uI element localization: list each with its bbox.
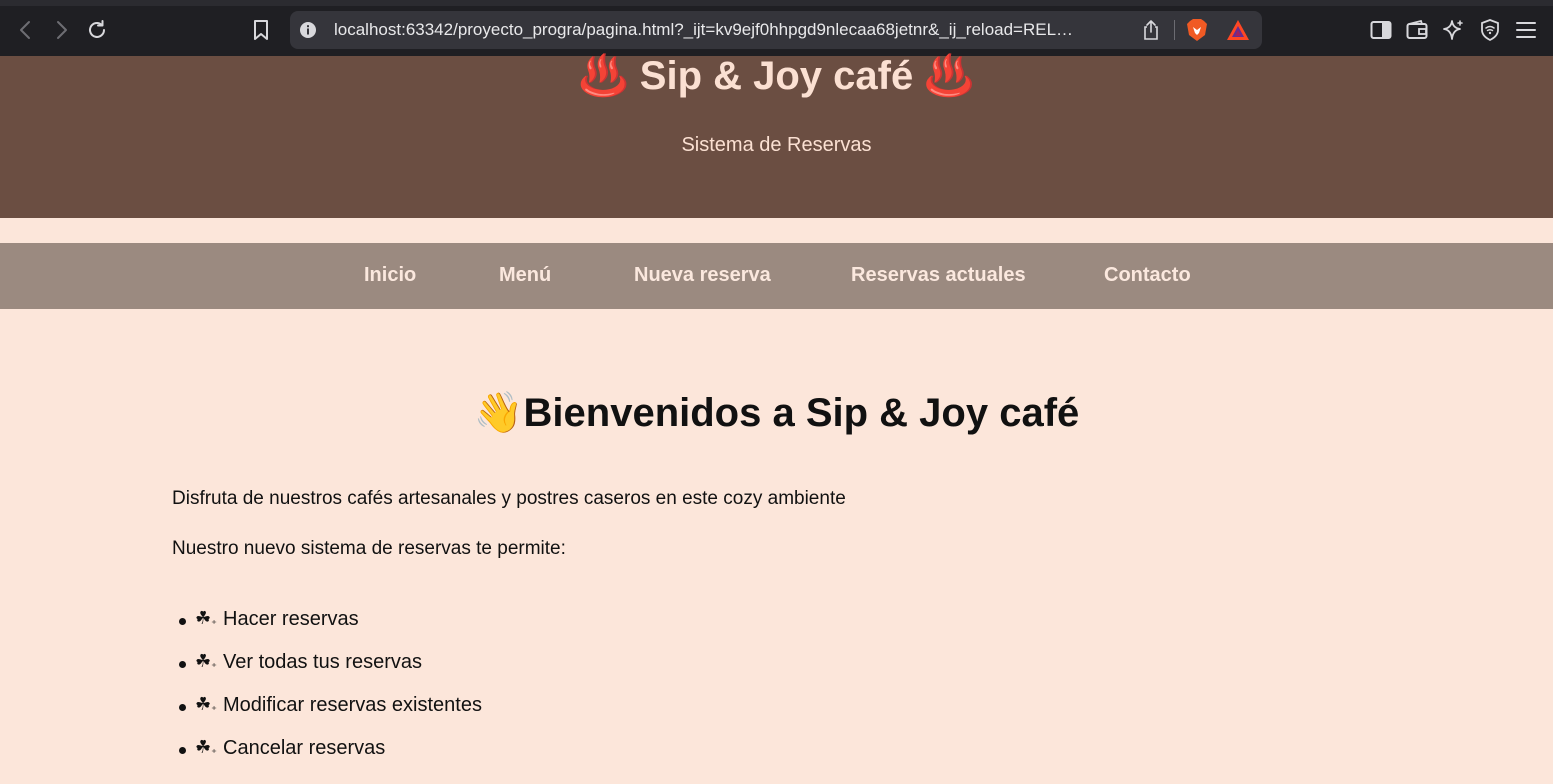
bookmark-button[interactable] [245,14,277,46]
site-info-icon[interactable] [298,20,318,40]
site-header: ♨️ Sip & Joy café ♨️ Sistema de Reservas [0,54,1553,218]
main-nav: Inicio Menú Nueva reserva Reservas actua… [0,243,1553,309]
nav-item-reservas-actuales[interactable]: Reservas actuales [851,264,1026,287]
nav-item-inicio[interactable]: Inicio [364,264,416,287]
forward-button[interactable] [45,14,77,46]
sidebar-icon [1370,21,1392,39]
bullet [179,747,186,754]
nav-item-contacto[interactable]: Contacto [1104,264,1191,287]
brave-rewards-icon[interactable] [1226,19,1250,46]
url-text[interactable]: localhost:63342/proyecto_progra/pagina.h… [334,20,1124,40]
leo-ai-button[interactable] [1437,14,1469,46]
feature-label: Ver todas tus reservas [223,651,422,673]
hamburger-icon [1516,22,1536,38]
bullet [179,618,186,625]
shield-wifi-icon [1481,19,1499,41]
sidebar-toggle-button[interactable] [1365,14,1397,46]
bookmark-icon [254,20,268,40]
intro-text: Disfruta de nuestros cafés artesanales y… [172,488,846,509]
reload-icon [89,20,105,38]
welcome-heading: 👋Bienvenidos a Sip & Joy café [473,391,1080,435]
bullet [179,704,186,711]
feature-label: Hacer reservas [223,608,359,630]
divider [1174,20,1175,40]
shamrock-icon: ☘︎₊ [195,651,217,671]
chevron-left-icon [20,21,30,39]
back-button[interactable] [10,14,42,46]
feature-label: Modificar reservas existentes [223,694,482,716]
vpn-button[interactable] [1474,14,1506,46]
feature-label: Cancelar reservas [223,737,386,759]
features-intro-text: Nuestro nuevo sistema de reservas te per… [172,538,566,559]
wallet-button[interactable] [1401,14,1433,46]
shamrock-icon: ☘︎₊ [195,694,217,714]
shamrock-icon: ☘︎₊ [195,608,217,628]
tab-strip [0,0,1553,6]
site-subtitle: Sistema de Reservas [681,134,872,156]
share-icon[interactable] [1142,19,1160,46]
nav-item-nueva-reserva[interactable]: Nueva reserva [634,264,771,287]
site-title: ♨️ Sip & Joy café ♨️ [578,54,975,98]
bullet [179,661,186,668]
reload-button[interactable] [81,14,113,46]
brave-shields-icon[interactable] [1186,18,1208,47]
menu-button[interactable] [1510,14,1542,46]
address-bar[interactable]: localhost:63342/proyecto_progra/pagina.h… [290,11,1262,49]
wallet-icon [1406,20,1428,39]
browser-toolbar: localhost:63342/proyecto_progra/pagina.h… [0,0,1553,56]
chevron-right-icon [57,21,67,39]
shamrock-icon: ☘︎₊ [195,737,217,757]
sparkle-icon [1443,20,1463,40]
nav-item-menu[interactable]: Menú [499,264,551,287]
